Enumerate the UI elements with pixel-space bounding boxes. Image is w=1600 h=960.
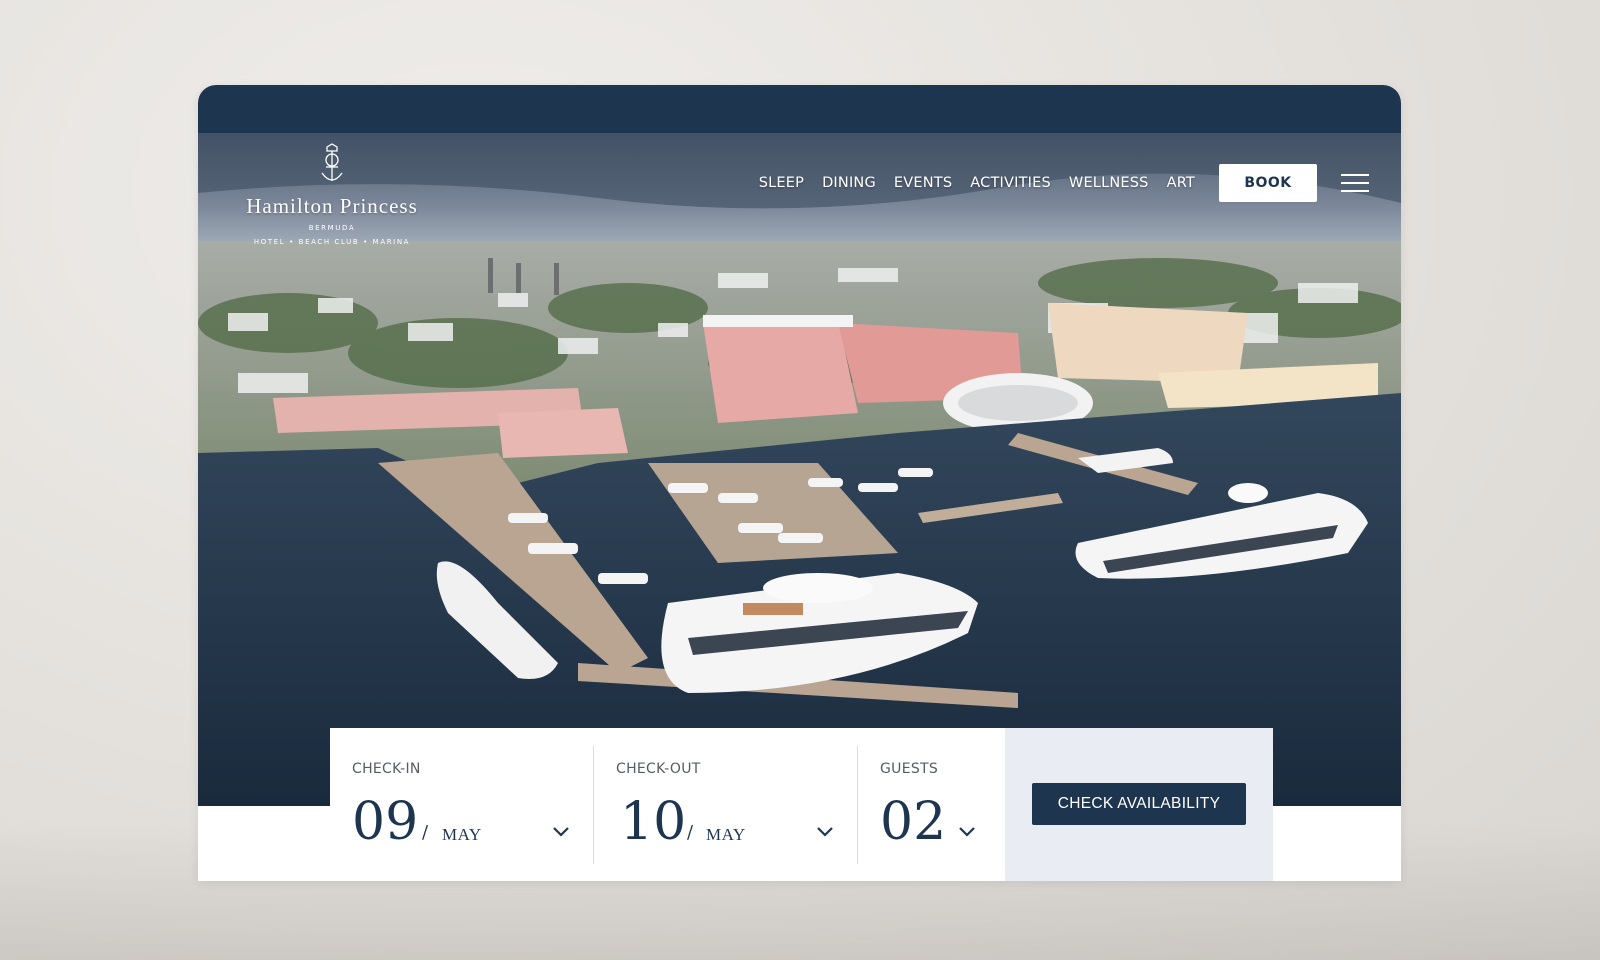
hamilton-princess-logo[interactable]: Hamilton Princess BERMUDA HOTEL • BEACH … [234,143,430,246]
guests-label: GUESTS [880,761,939,777]
browser-window: Hamilton Princess BERMUDA HOTEL • BEACH … [198,85,1401,881]
main-navigation: SLEEP DINING EVENTS ACTIVITIES WELLNESS … [759,164,1401,202]
check-in-field[interactable]: CHECK-IN 09 / MAY [330,728,594,881]
date-separator: / [422,822,429,843]
top-bar [198,85,1401,133]
check-in-day: 09 [352,792,419,852]
guests-count: 02 [880,792,947,852]
chevron-down-icon[interactable] [958,824,976,838]
availability-panel: CHECK AVAILABILITY [1005,728,1273,881]
check-availability-button[interactable]: CHECK AVAILABILITY [1032,783,1246,825]
nav-events[interactable]: EVENTS [894,175,952,191]
check-out-field[interactable]: CHECK-OUT 10 / MAY [594,728,858,881]
chevron-down-icon[interactable] [552,824,570,838]
nav-activities[interactable]: ACTIVITIES [970,175,1051,191]
nav-sleep[interactable]: SLEEP [759,175,804,191]
nav-wellness[interactable]: WELLNESS [1069,175,1149,191]
check-out-month: MAY [706,825,746,844]
hamburger-menu-icon[interactable] [1341,173,1369,193]
nav-dining[interactable]: DINING [822,175,876,191]
date-separator: / [687,822,694,843]
chevron-down-icon[interactable] [816,824,834,838]
guests-field[interactable]: GUESTS 02 [858,728,1005,881]
check-in-label: CHECK-IN [352,761,421,777]
brand-tagline: HOTEL • BEACH CLUB • MARINA [253,238,411,246]
booking-widget: CHECK-IN 09 / MAY CHECK-OUT 10 / MAY GUE… [330,728,1273,881]
check-in-month: MAY [442,825,482,844]
crest-icon [321,143,343,181]
book-button[interactable]: BOOK [1219,164,1317,202]
brand-location: BERMUDA [308,224,356,232]
check-out-label: CHECK-OUT [616,761,701,777]
check-out-day: 10 [620,792,687,852]
brand-name: Hamilton Princess [246,194,418,218]
nav-art[interactable]: ART [1167,175,1195,191]
